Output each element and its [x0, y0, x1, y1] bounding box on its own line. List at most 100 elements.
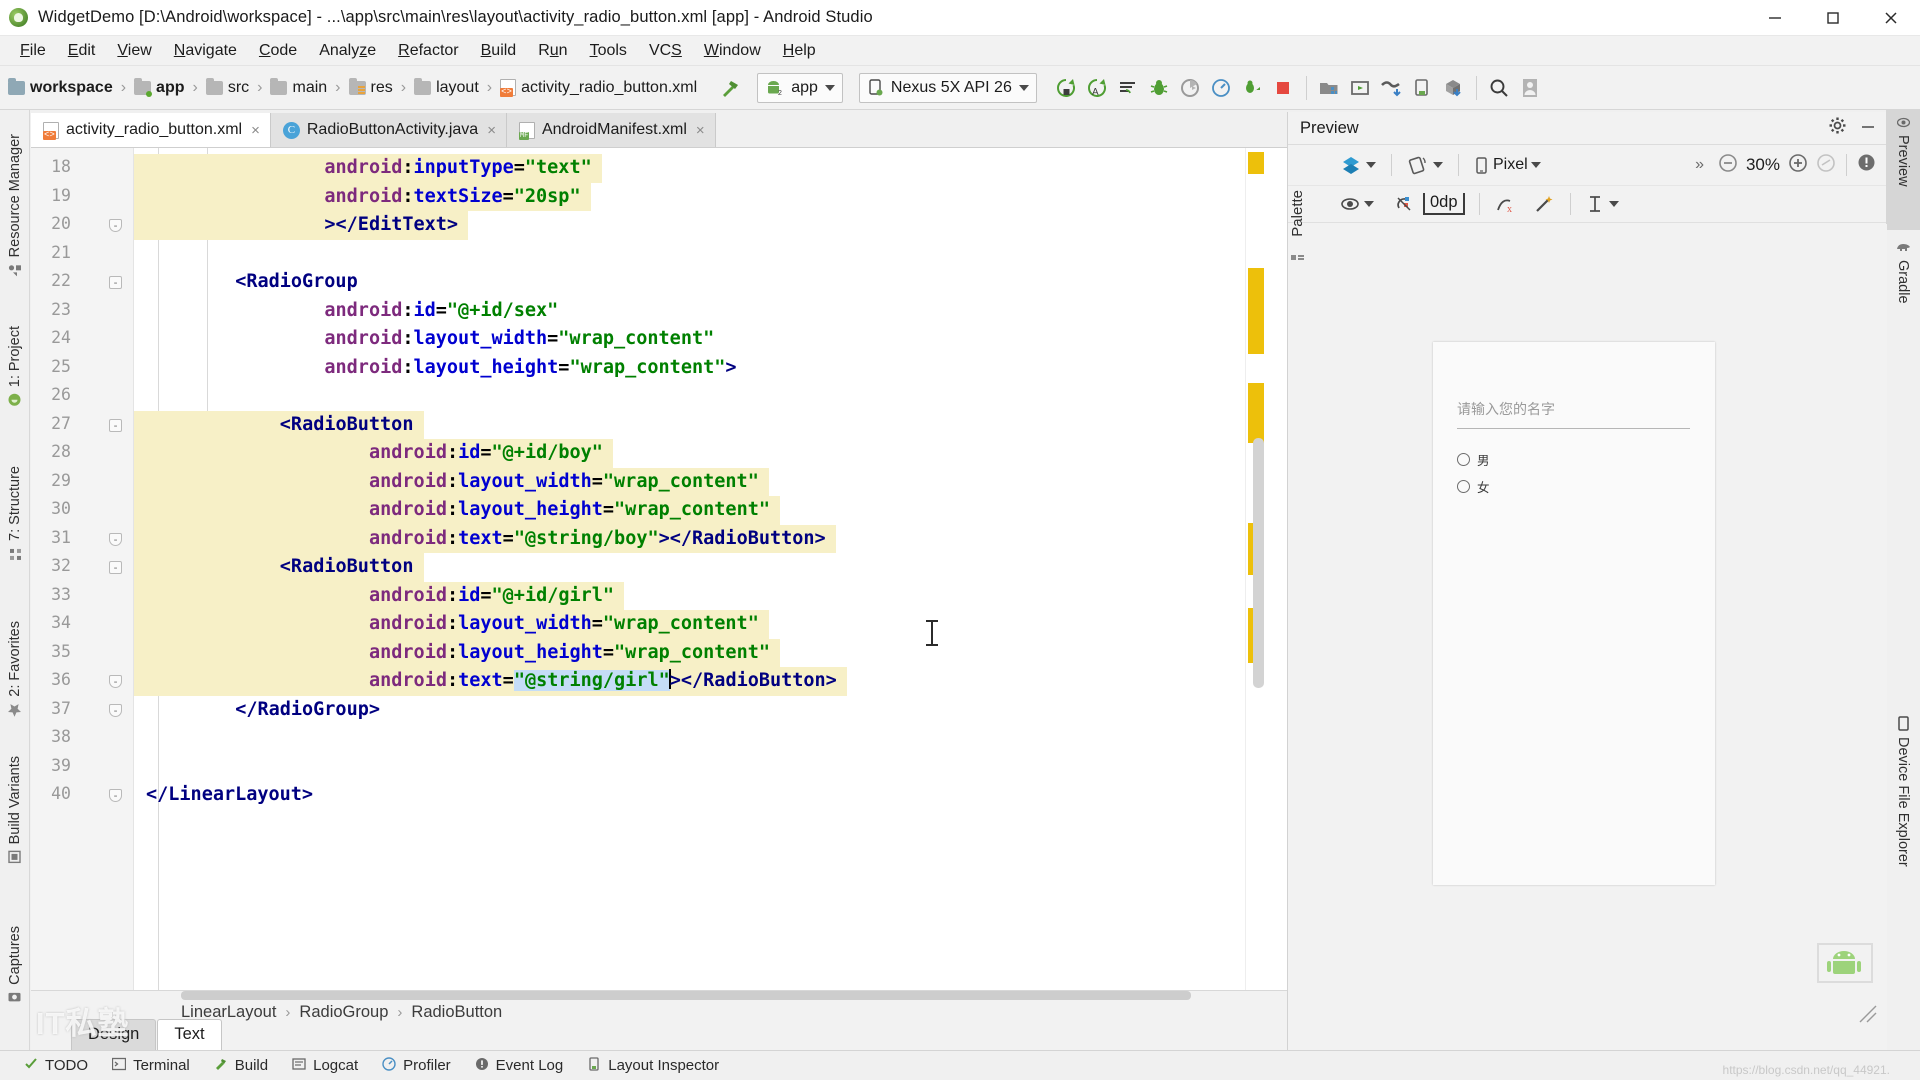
breadcrumb-item-activity-radio-button-xml[interactable]: activity_radio_button.xml — [500, 79, 697, 97]
menu-item-run[interactable]: Run — [527, 40, 578, 62]
editor-marker-strip[interactable] — [1245, 148, 1265, 990]
coverage-icon[interactable] — [1175, 73, 1206, 103]
infer-constraints-button[interactable]: x — [1490, 190, 1522, 218]
menu-item-code[interactable]: Code — [248, 40, 308, 62]
sidebar-item-captures[interactable]: Captures — [0, 920, 30, 1010]
code-line[interactable]: <RadioGroup — [134, 268, 358, 297]
code-line[interactable]: android:id="@+id/boy" — [134, 439, 603, 468]
chevron-down-icon[interactable] — [1018, 84, 1029, 91]
selected-text[interactable]: "@string/girl" — [513, 670, 670, 691]
chevron-down-icon[interactable] — [1530, 162, 1541, 168]
resize-grip-icon[interactable] — [1857, 1003, 1879, 1030]
sidebar-item-resource-manager[interactable]: Resource Manager — [0, 128, 30, 282]
device-selector[interactable]: Nexus 5X API 26 — [858, 72, 1037, 103]
chevron-down-icon[interactable] — [1608, 201, 1619, 207]
code-line[interactable]: android:layout_width="wrap_content" — [134, 325, 714, 354]
overflow-chevrons[interactable]: » — [1695, 156, 1704, 174]
close-button[interactable] — [1862, 0, 1920, 36]
breadcrumb-item-res[interactable]: res — [348, 77, 393, 97]
breadcrumb-item-workspace[interactable]: workspace — [8, 77, 113, 97]
breadcrumb-item-layout[interactable]: layout — [414, 77, 479, 97]
menu-item-edit[interactable]: Edit — [57, 40, 107, 62]
menu-item-help[interactable]: Help — [772, 40, 827, 62]
minimize-button[interactable] — [1746, 0, 1804, 36]
run-configuration-selector[interactable]: 2 app — [757, 72, 843, 103]
sdk-download-icon[interactable] — [1438, 73, 1469, 103]
editor-tab-androidmanifest-xml[interactable]: AndroidManifest.xml × — [506, 113, 716, 147]
sidebar-item-preview[interactable]: Preview — [1886, 110, 1920, 230]
gradle-sync-icon[interactable] — [1376, 73, 1407, 103]
code-line[interactable]: <RadioButton — [134, 411, 414, 440]
code-line[interactable]: android:id="@+id/girl" — [134, 582, 614, 611]
close-icon[interactable]: × — [487, 122, 496, 139]
zoom-in-icon[interactable] — [1788, 153, 1808, 178]
minimize-icon[interactable] — [1860, 118, 1876, 139]
orientation-button[interactable] — [1402, 151, 1448, 179]
breadcrumb-item-app[interactable]: app — [134, 77, 185, 97]
warning-marker[interactable] — [1248, 152, 1264, 174]
palette-tab[interactable]: Palette — [1289, 190, 1313, 237]
menu-item-file[interactable]: File — [9, 40, 57, 62]
menu-item-window[interactable]: Window — [693, 40, 772, 62]
horizontal-scrollbar-thumb[interactable] — [181, 991, 1191, 1000]
sidebar-item-gradle[interactable]: Gradle — [1886, 235, 1920, 345]
bottom-tab-profiler[interactable]: Profiler — [382, 1056, 451, 1075]
code-line[interactable]: android:id="@+id/sex" — [134, 297, 558, 326]
code-line[interactable]: android:layout_width="wrap_content" — [134, 610, 759, 639]
menu-item-tools[interactable]: Tools — [579, 40, 638, 62]
radio-button-girl[interactable]: 女 — [1457, 477, 1490, 496]
editor-gutter[interactable]: 18 19 20 - 21 22 - 23 24 25 26 27 - 28 29 30 31 - 32 - 33 34 3… — [31, 148, 134, 990]
chevron-down-icon[interactable] — [1366, 162, 1376, 168]
code-fold-toggle[interactable]: - — [109, 675, 122, 688]
bottom-tab-event-log[interactable]: Event Log — [475, 1057, 563, 1075]
make-project-button[interactable] — [719, 77, 741, 99]
device-menu-button[interactable]: Pixel — [1469, 151, 1546, 179]
menu-item-navigate[interactable]: Navigate — [163, 40, 248, 62]
code-fold-toggle[interactable]: - — [109, 703, 122, 717]
code-fold-toggle[interactable]: - — [109, 276, 122, 289]
account-icon[interactable] — [1515, 73, 1546, 103]
chevron-down-icon[interactable] — [1433, 162, 1443, 168]
code-fold-toggle[interactable]: - — [109, 789, 122, 802]
sidebar-item-build-variants[interactable]: Build Variants — [0, 750, 30, 869]
editor-tab-radiobuttonactivity-java[interactable]: C RadioButtonActivity.java × — [270, 113, 507, 147]
code-fold-toggle[interactable]: - — [109, 561, 122, 574]
code-line[interactable]: android:textSize="20sp" — [134, 183, 580, 212]
chevron-down-icon[interactable] — [824, 84, 835, 91]
layout-inspector-icon[interactable] — [1407, 73, 1438, 103]
search-icon[interactable] — [1484, 73, 1515, 103]
sidebar-item-device-file-explorer[interactable]: Device File Explorer — [1886, 710, 1920, 940]
warning-marker[interactable] — [1248, 383, 1264, 443]
code-line[interactable]: android:inputType="text" — [134, 154, 591, 183]
zoom-out-icon[interactable] — [1718, 153, 1738, 178]
code-line[interactable]: android:text="@string/girl"></RadioButto… — [134, 667, 837, 696]
code-line[interactable]: android:layout_height="wrap_content"> — [134, 354, 736, 383]
bottom-tab-layout-inspector[interactable]: Layout Inspector — [587, 1056, 719, 1075]
vertical-scrollbar-thumb[interactable] — [1253, 438, 1264, 688]
code-line[interactable]: android:text="@string/boy"></RadioButton… — [134, 525, 826, 554]
clear-constraints-button[interactable] — [1389, 190, 1419, 218]
bottom-tab-logcat[interactable]: Logcat — [292, 1057, 358, 1075]
code-fold-toggle[interactable]: - — [109, 219, 122, 232]
sidebar-item-project[interactable]: 1: Project — [0, 320, 30, 412]
code-line[interactable]: ></EditText> — [134, 211, 458, 240]
debug-icon[interactable] — [1144, 73, 1175, 103]
code-line[interactable]: android:layout_height="wrap_content" — [134, 496, 770, 525]
sidebar-item-favorites[interactable]: 2: Favorites — [0, 615, 30, 724]
bottom-tab-todo[interactable]: TODO — [24, 1057, 88, 1075]
code-line[interactable]: </LinearLayout> — [134, 781, 313, 810]
zoom-to-fit-icon[interactable] — [1816, 153, 1836, 178]
attach-debugger-icon[interactable] — [1237, 73, 1268, 103]
warning-icon[interactable] — [1857, 153, 1876, 177]
close-icon[interactable]: × — [696, 122, 705, 139]
chevron-down-icon[interactable] — [1364, 201, 1374, 207]
breadcrumb-item-main[interactable]: main — [270, 77, 327, 97]
editor-breadcrumb-radiobutton[interactable]: RadioButton — [411, 1003, 502, 1022]
code-line[interactable]: </RadioGroup> — [134, 696, 380, 725]
render-mode-button[interactable] — [1335, 151, 1381, 179]
guidelines-button[interactable] — [1581, 190, 1624, 218]
visibility-button[interactable] — [1335, 190, 1379, 218]
editor-tab-activity-radio-button-xml[interactable]: activity_radio_button.xml × — [31, 113, 271, 147]
run-lines-icon[interactable] — [1113, 73, 1144, 103]
code-fold-toggle[interactable]: - — [109, 532, 122, 546]
